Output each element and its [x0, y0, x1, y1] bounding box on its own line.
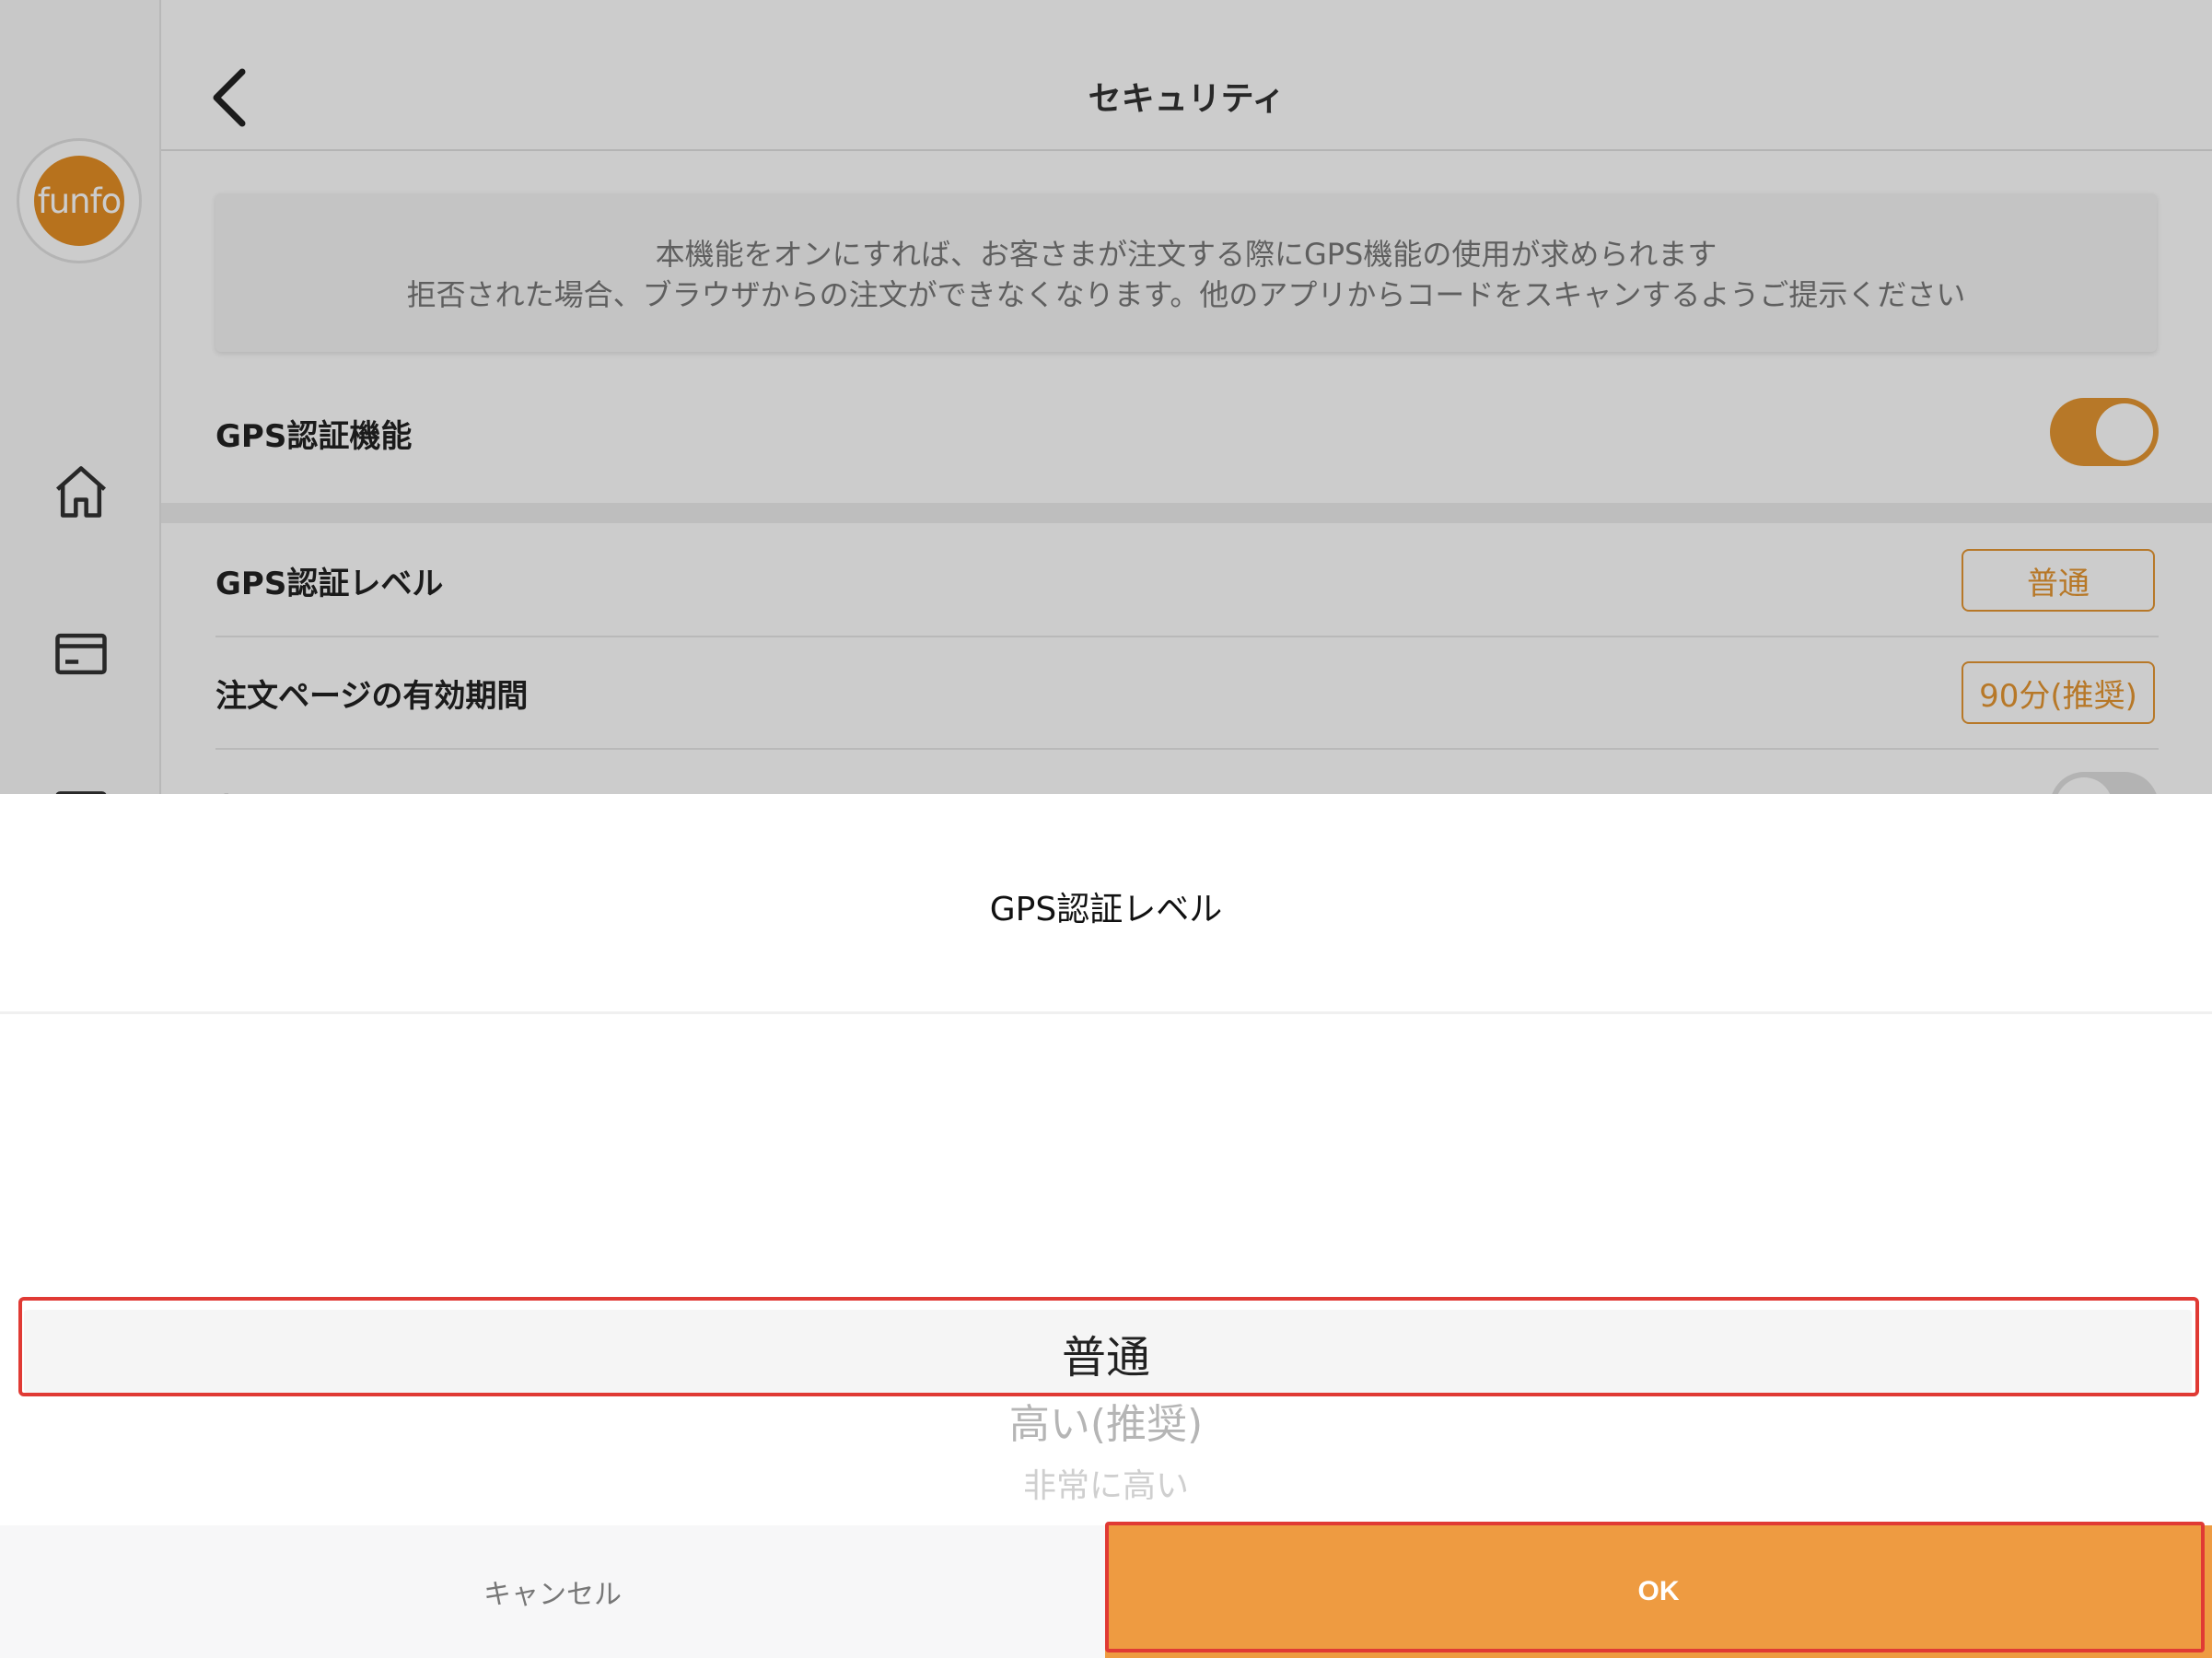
picker-title: GPS認証レベル: [989, 891, 1223, 928]
ok-highlight-box: [1105, 1522, 2205, 1652]
picker-option-very-high[interactable]: 非常に高い: [0, 1459, 2212, 1507]
picker-header-divider: [0, 1011, 2212, 1014]
cancel-button[interactable]: キャンセル: [0, 1525, 1105, 1658]
selection-highlight-box: [18, 1297, 2199, 1396]
modal-dim-overlay[interactable]: [0, 0, 2212, 794]
gps-level-picker-sheet: GPS認証レベル 普通 高い(推奨) 非常に高い キャンセル OK: [0, 794, 2212, 1658]
security-settings-page: funfo セキュリティ 本機能をオンにすれば、お客さまが注文する際にGPS機能…: [0, 0, 2212, 794]
picker-option-high[interactable]: 高い(推奨): [0, 1391, 2212, 1450]
